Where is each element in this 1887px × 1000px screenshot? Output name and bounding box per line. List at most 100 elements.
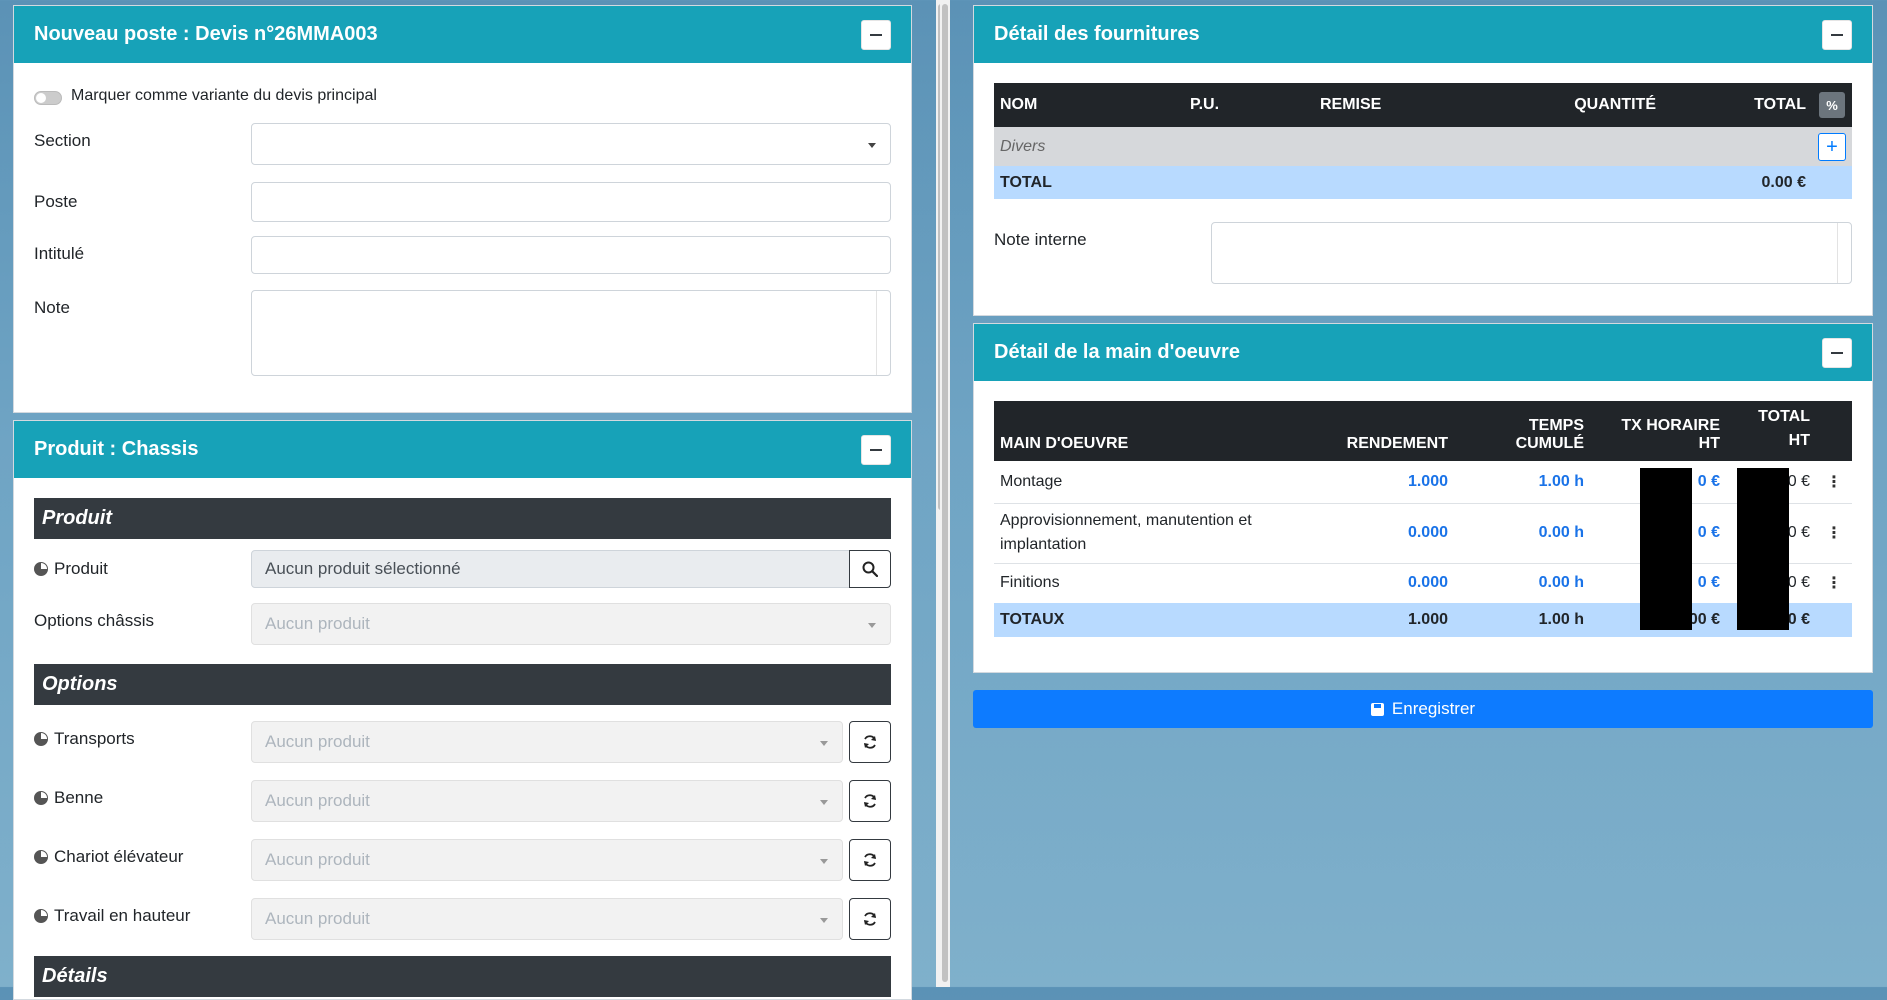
pie-icon — [34, 562, 48, 576]
table-row: Montage 1.000 1.00 h 0 € 0 € ⋮ — [994, 461, 1852, 503]
new-post-card: Nouveau poste : Devis n°26MMA003 Marquer… — [13, 5, 912, 413]
note-textarea[interactable] — [251, 290, 891, 376]
produit-row: Produit Aucun produit sélectionné — [34, 550, 891, 592]
option-row: Transports Aucun produit — [34, 721, 891, 765]
internal-note-label: Note interne — [994, 230, 1087, 249]
save-button-label: Enregistrer — [1391, 699, 1476, 718]
col-header-rendement: RENDEMENT — [1340, 401, 1454, 461]
options-chassis-row: Options châssis Aucun produit — [34, 603, 891, 645]
chevron-down-icon — [820, 741, 828, 746]
poste-row: Poste — [34, 182, 891, 222]
option-row: Chariot élévateur Aucun produit — [34, 839, 891, 883]
labor-name: Montage — [1000, 472, 1063, 490]
scrollbar-thumb[interactable] — [942, 4, 948, 982]
supplies-table: NOM P.U. REMISE QUANTITÉ TOTAL % Divers … — [994, 83, 1852, 199]
chevron-down-icon — [868, 623, 876, 628]
labor-card-header: Détail de la main d'oeuvre — [974, 324, 1872, 381]
option-select[interactable]: Aucun produit — [251, 839, 843, 881]
textarea-resize-handle[interactable] — [876, 291, 890, 375]
labor-rendement[interactable]: 0.000 — [1341, 503, 1454, 563]
refresh-icon — [864, 912, 876, 926]
totals-temps: 1.00 h — [1454, 603, 1590, 637]
table-row: Divers + — [994, 127, 1852, 166]
col-header-total-line2: HT — [1788, 432, 1810, 449]
col-header-total: TOTAL — [1662, 83, 1812, 127]
labor-card-body: MAIN D'OEUVRE RENDEMENT TEMPS CUMULÉ TX … — [974, 381, 1872, 674]
col-header-total: TOTAL HT — [1726, 401, 1816, 461]
option-placeholder: Aucun produit — [265, 909, 370, 928]
pie-icon — [34, 909, 48, 923]
poste-input[interactable] — [251, 182, 891, 222]
option-label: Travail en hauteur — [34, 898, 190, 934]
redaction-block — [1640, 468, 1692, 630]
pie-icon — [34, 732, 48, 746]
option-label-text: Benne — [54, 788, 104, 807]
search-button[interactable] — [849, 550, 891, 588]
internal-note-row: Note interne — [994, 222, 1852, 284]
col-header-menu — [1816, 401, 1852, 461]
percent-icon[interactable]: % — [1819, 92, 1845, 118]
pie-icon — [34, 791, 48, 805]
labor-temps[interactable]: 0.00 h — [1454, 503, 1590, 563]
col-header-tx: TX HORAIRE HT — [1590, 401, 1726, 461]
col-header-main: MAIN D'OEUVRE — [994, 401, 1341, 461]
option-label-text: Chariot élévateur — [54, 847, 184, 866]
variant-toggle[interactable] — [34, 91, 62, 105]
total-value: 0.00 € — [1662, 166, 1812, 199]
collapse-button[interactable] — [1822, 337, 1852, 368]
new-post-card-body: Marquer comme variante du devis principa… — [14, 63, 911, 414]
col-header-temps: TEMPS CUMULÉ — [1454, 401, 1590, 461]
refresh-icon — [864, 853, 876, 867]
options-chassis-placeholder: Aucun produit — [265, 614, 370, 633]
col-header-quantite: QUANTITÉ — [1532, 83, 1662, 127]
table-row: TOTAL 0.00 € — [994, 166, 1852, 199]
card-title: Produit : Chassis — [34, 438, 199, 460]
supplies-card-header: Détail des fournitures — [974, 6, 1872, 63]
textarea-resize-handle[interactable] — [1837, 223, 1851, 283]
totals-empty — [1816, 603, 1852, 637]
option-select[interactable]: Aucun produit — [251, 898, 843, 940]
refresh-button[interactable] — [849, 780, 891, 822]
col-header-pu: P.U. — [1184, 83, 1314, 127]
right-scrollbar[interactable] — [940, 0, 950, 987]
produit-input[interactable]: Aucun produit sélectionné — [251, 550, 850, 588]
labor-rendement[interactable]: 1.000 — [1341, 461, 1454, 503]
kebab-icon[interactable]: ⋮ — [1816, 461, 1852, 503]
supplies-table-wrap: NOM P.U. REMISE QUANTITÉ TOTAL % Divers … — [994, 83, 1852, 199]
collapse-button[interactable] — [861, 434, 891, 465]
refresh-button[interactable] — [849, 839, 891, 881]
refresh-icon — [864, 735, 876, 749]
labor-temps[interactable]: 0.00 h — [1454, 563, 1590, 603]
labor-temps[interactable]: 1.00 h — [1454, 461, 1590, 503]
option-label: Benne — [34, 780, 103, 816]
note-row: Note — [34, 290, 891, 376]
section-label: Section — [34, 131, 91, 150]
collapse-button[interactable] — [1822, 19, 1852, 50]
plus-icon[interactable]: + — [1818, 132, 1846, 161]
intitule-input[interactable] — [251, 236, 891, 274]
labor-rendement[interactable]: 0.000 — [1341, 563, 1454, 603]
option-select[interactable]: Aucun produit — [251, 780, 843, 822]
produit-label-text: Produit — [54, 559, 108, 578]
group-actions: + — [1812, 127, 1852, 166]
option-label: Chariot élévateur — [34, 839, 183, 875]
poste-label: Poste — [34, 192, 78, 211]
options-chassis-select[interactable]: Aucun produit — [251, 603, 891, 645]
option-select[interactable]: Aucun produit — [251, 721, 843, 763]
kebab-icon[interactable]: ⋮ — [1816, 503, 1852, 563]
refresh-button[interactable] — [849, 898, 891, 940]
pie-icon — [34, 850, 48, 864]
chevron-down-icon — [868, 143, 876, 148]
chevron-down-icon — [820, 859, 828, 864]
section-select[interactable] — [251, 123, 891, 165]
produit-value: Aucun produit sélectionné — [265, 559, 461, 578]
save-button[interactable]: Enregistrer — [973, 690, 1873, 728]
collapse-button[interactable] — [861, 19, 891, 50]
internal-note-textarea[interactable] — [1211, 222, 1852, 284]
totals-label: TOTAUX — [994, 603, 1341, 637]
section-row: Section — [34, 123, 891, 165]
kebab-icon[interactable]: ⋮ — [1816, 563, 1852, 603]
refresh-button[interactable] — [849, 721, 891, 763]
option-label-text: Travail en hauteur — [54, 906, 191, 925]
total-label: TOTAL — [994, 166, 1662, 199]
